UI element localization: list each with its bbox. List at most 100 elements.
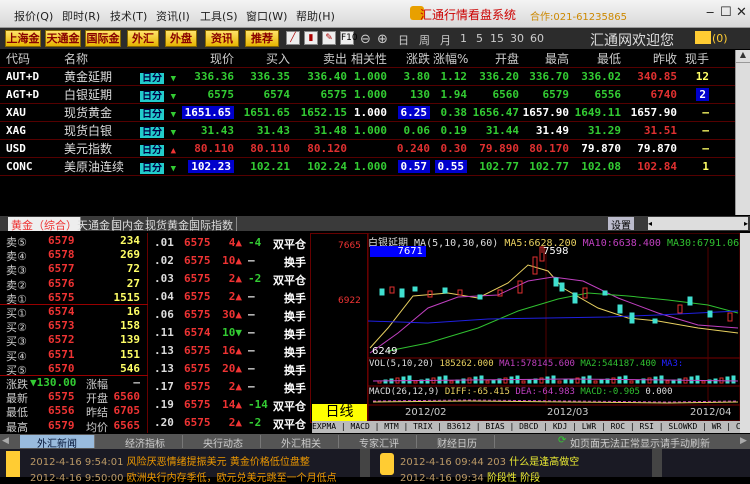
volume-bar [569, 378, 574, 384]
minimize-button[interactable]: ‒ [706, 5, 714, 20]
horizontal-scrollbar[interactable]: ◂ ▸ [648, 217, 748, 230]
dea-value: DEA:-64.983 [515, 387, 575, 397]
tab-finance-calendar[interactable]: 财经日历 [420, 435, 495, 450]
news-prev-icon[interactable]: ◀ [2, 436, 9, 446]
f10-button[interactable]: F10 [340, 31, 358, 45]
period-5min[interactable]: 5 [476, 32, 483, 45]
menu-help[interactable]: 帮助(H) [296, 8, 335, 24]
period-60min[interactable]: 60 [530, 32, 544, 45]
column-header[interactable]: 买入 [237, 50, 293, 68]
intraday-button[interactable]: 日分 [140, 145, 164, 156]
period-daily-label[interactable]: 日线 [312, 404, 367, 421]
tab-expert-comments[interactable]: 专家汇评 [342, 435, 417, 450]
quote-row[interactable]: XAU 现货黄金 日分 ▼ 1651.65 1651.65 1652.15 1.000 6.2… [0, 103, 735, 122]
book-row[interactable]: 买③ 6572 139 [0, 333, 148, 348]
column-header[interactable]: 涨跌 [390, 50, 433, 68]
pencil-icon[interactable]: ✎ [322, 31, 336, 45]
column-header[interactable]: 现价 [180, 50, 237, 68]
quote-row[interactable]: XAG 现货白银 日分 ▼ 31.43 31.43 31.48 1.000 0.06 0.19 3… [0, 121, 735, 140]
period-day[interactable]: 日 [398, 32, 409, 48]
intraday-button[interactable]: 日分 [140, 163, 164, 174]
chart-side-panel [310, 233, 368, 423]
refresh-icon[interactable]: ⟳ [558, 435, 566, 446]
high: 80.170 [522, 139, 572, 158]
news-button[interactable]: 资讯 [205, 30, 239, 47]
settings-button[interactable]: 设置 [608, 217, 634, 232]
forum-scrollbar[interactable] [652, 449, 662, 477]
column-header[interactable]: 涨幅% [433, 50, 470, 68]
intraday-button[interactable]: 日分 [140, 127, 164, 138]
quote-row[interactable]: USD 美元指数 日分 ▲ 80.110 80.110 80.120 0.240 0.30 79… [0, 139, 735, 158]
book-row[interactable]: 买④ 6571 151 [0, 348, 148, 363]
close-button[interactable]: ✕ [736, 5, 747, 20]
scroll-up-icon[interactable]: ▲ [736, 50, 750, 63]
column-header[interactable]: 最高 [522, 50, 572, 68]
tab-gold-composite[interactable]: 黄金（综合） [8, 217, 81, 232]
foreign-market-button[interactable]: 外盘 [165, 30, 197, 47]
news-item[interactable]: 2012-4-16 9:54:01 风险厌恶情绪提振美元 黄金价格低位盘整 [30, 453, 310, 468]
column-header[interactable]: 相关性 [350, 50, 390, 68]
zoom-in-icon[interactable]: ⊕ [377, 32, 388, 47]
book-row[interactable]: 买② 6573 158 [0, 319, 148, 334]
column-header[interactable]: 代码 [0, 50, 60, 68]
period-15min[interactable]: 15 [490, 32, 504, 45]
book-row[interactable]: 卖④ 6578 269 [0, 248, 148, 263]
indicator-tabs[interactable]: EXPMA | MACD | MTM | TRIX | B3612 | BIAS… [312, 421, 740, 433]
quote-row[interactable]: CONC 美原油连续 日分 ▼ 102.23 102.21 102.24 1.000 0.57… [0, 157, 735, 176]
period-30min[interactable]: 30 [510, 32, 524, 45]
book-row[interactable]: 卖① 6575 1515 [0, 291, 148, 306]
tab-economic-indicators[interactable]: 经济指标 [108, 435, 183, 450]
maximize-button[interactable]: ☐ [720, 5, 732, 20]
menu-technical[interactable]: 技术(T) [110, 8, 147, 24]
quote-scrollbar[interactable]: ▲ [735, 50, 750, 215]
candle-chart-icon[interactable]: ▮ [304, 31, 318, 45]
recommend-button[interactable]: 推荐 [245, 30, 279, 47]
menu-info[interactable]: 资讯(I) [156, 8, 190, 24]
tick-price: 6575 [184, 362, 211, 375]
period-month[interactable]: 月 [440, 32, 451, 48]
chart-scrollbar[interactable] [740, 233, 750, 433]
column-header[interactable]: 昨收 [624, 50, 680, 68]
book-row[interactable]: 买⑤ 6570 546 [0, 362, 148, 377]
menu-quote[interactable]: 报价(Q) [14, 8, 53, 24]
column-header[interactable]: 卖出 [293, 50, 350, 68]
period-week[interactable]: 周 [419, 32, 430, 48]
news-side-tab[interactable] [6, 451, 20, 477]
quote-row[interactable]: AGT+D 白银延期 日分 ▼ 6575 6574 6575 1.000 130 1.94 656… [0, 85, 735, 104]
code: CONC [0, 157, 60, 176]
intraday-button[interactable]: 日分 [140, 73, 164, 84]
column-header[interactable]: 名称 [60, 50, 138, 68]
tick-delta: -14 [248, 398, 268, 411]
column-header[interactable]: 现手 [680, 50, 712, 68]
tiantong-gold-button[interactable]: 天通金 [45, 30, 81, 47]
menu-tools[interactable]: 工具(S) [200, 8, 238, 24]
column-header[interactable] [138, 50, 180, 68]
intl-gold-button[interactable]: 国际金 [85, 30, 121, 47]
shanghai-gold-button[interactable]: 上海金 [5, 30, 41, 47]
column-header[interactable]: 最低 [572, 50, 624, 68]
line-chart-icon[interactable]: ╱ [286, 31, 300, 45]
zoom-out-icon[interactable]: ⊖ [360, 32, 371, 47]
menu-realtime[interactable]: 即时(R) [62, 8, 100, 24]
intraday-button[interactable]: 日分 [140, 109, 164, 120]
chg: 6.25 [397, 106, 430, 119]
mail-icon[interactable] [695, 31, 711, 44]
tab-forex-related[interactable]: 外汇相关 [264, 435, 339, 450]
news-scrollbar[interactable] [360, 449, 370, 477]
intraday-button[interactable]: 日分 [140, 91, 164, 102]
column-header[interactable]: 开盘 [470, 50, 522, 68]
book-row[interactable]: 卖② 6576 27 [0, 277, 148, 292]
menu-window[interactable]: 窗口(W) [246, 8, 287, 24]
quote-row[interactable]: AUT+D 黄金延期 日分 ▼ 336.36 336.35 336.40 1.000 3.80… [0, 67, 735, 86]
book-row[interactable]: 买① 6574 16 [0, 305, 148, 320]
tab-forex-news[interactable]: 外汇新闻 [20, 435, 95, 450]
tab-central-bank[interactable]: 央行动态 [186, 435, 261, 450]
book-row[interactable]: 卖⑤ 6579 234 [0, 234, 148, 249]
period-1min[interactable]: 1 [460, 32, 467, 45]
forex-button[interactable]: 外汇 [127, 30, 159, 47]
news-next-icon[interactable]: ▶ [740, 436, 747, 446]
refresh-hint[interactable]: 如页面无法正常显示请手动刷新 [570, 435, 710, 450]
forum-item[interactable]: 2012-4-16 09:44 203 什么是逢高做空 [400, 453, 579, 468]
book-row[interactable]: 卖③ 6577 72 [0, 262, 148, 277]
tab-intl-index[interactable]: 国际指数 [186, 217, 237, 232]
